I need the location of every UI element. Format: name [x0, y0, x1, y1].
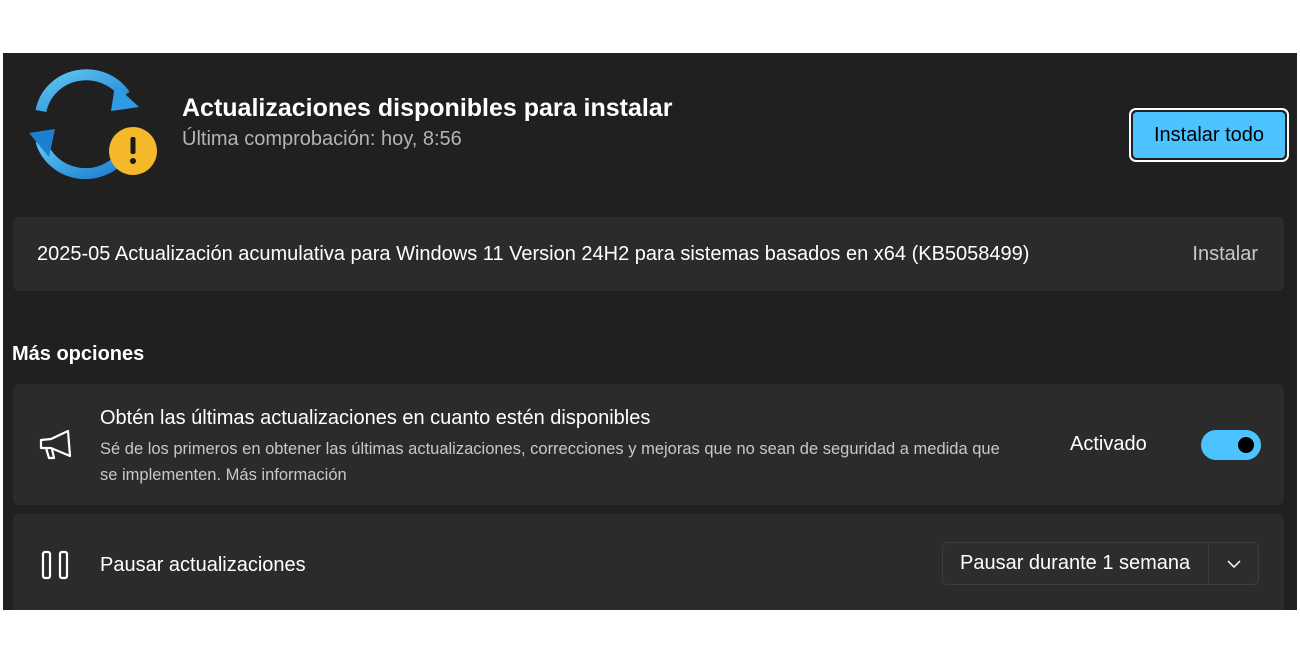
latest-updates-description: Sé de los primeros en obtener las última… [100, 436, 1020, 488]
toggle-state-label: Activado [1070, 433, 1147, 455]
megaphone-icon [39, 429, 72, 460]
toggle-knob [1238, 437, 1254, 453]
latest-updates-toggle[interactable] [1201, 430, 1261, 460]
pause-updates-label: Pausar actualizaciones [100, 554, 306, 576]
update-item: 2025-05 Actualización acumulativa para W… [13, 217, 1284, 291]
latest-updates-option: Obtén las últimas actualizaciones en cua… [13, 384, 1284, 505]
update-name: 2025-05 Actualización acumulativa para W… [37, 243, 1030, 265]
chevron-down-icon[interactable] [1209, 543, 1258, 584]
windows-update-page: Actualizaciones disponibles para instala… [3, 53, 1297, 610]
pause-duration-dropdown[interactable]: Pausar durante 1 semana [942, 542, 1259, 585]
more-info-link[interactable]: Más información [226, 466, 347, 484]
install-update-button[interactable]: Instalar [1192, 217, 1258, 291]
pause-icon [41, 550, 69, 580]
page-title: Actualizaciones disponibles para instala… [182, 94, 673, 122]
pause-duration-value: Pausar durante 1 semana [960, 552, 1191, 574]
more-options-heading: Más opciones [12, 343, 145, 365]
install-all-button[interactable]: Instalar todo [1129, 108, 1289, 162]
pause-updates-option: Pausar actualizaciones Pausar durante 1 … [13, 514, 1284, 610]
sync-warning-icon [29, 69, 157, 179]
header-text: Actualizaciones disponibles para instala… [182, 93, 672, 153]
install-all-label: Instalar todo [1133, 112, 1285, 158]
last-check-text: Última comprobación: hoy, 8:56 [182, 128, 462, 150]
latest-updates-title: Obtén las últimas actualizaciones en cua… [100, 407, 651, 429]
